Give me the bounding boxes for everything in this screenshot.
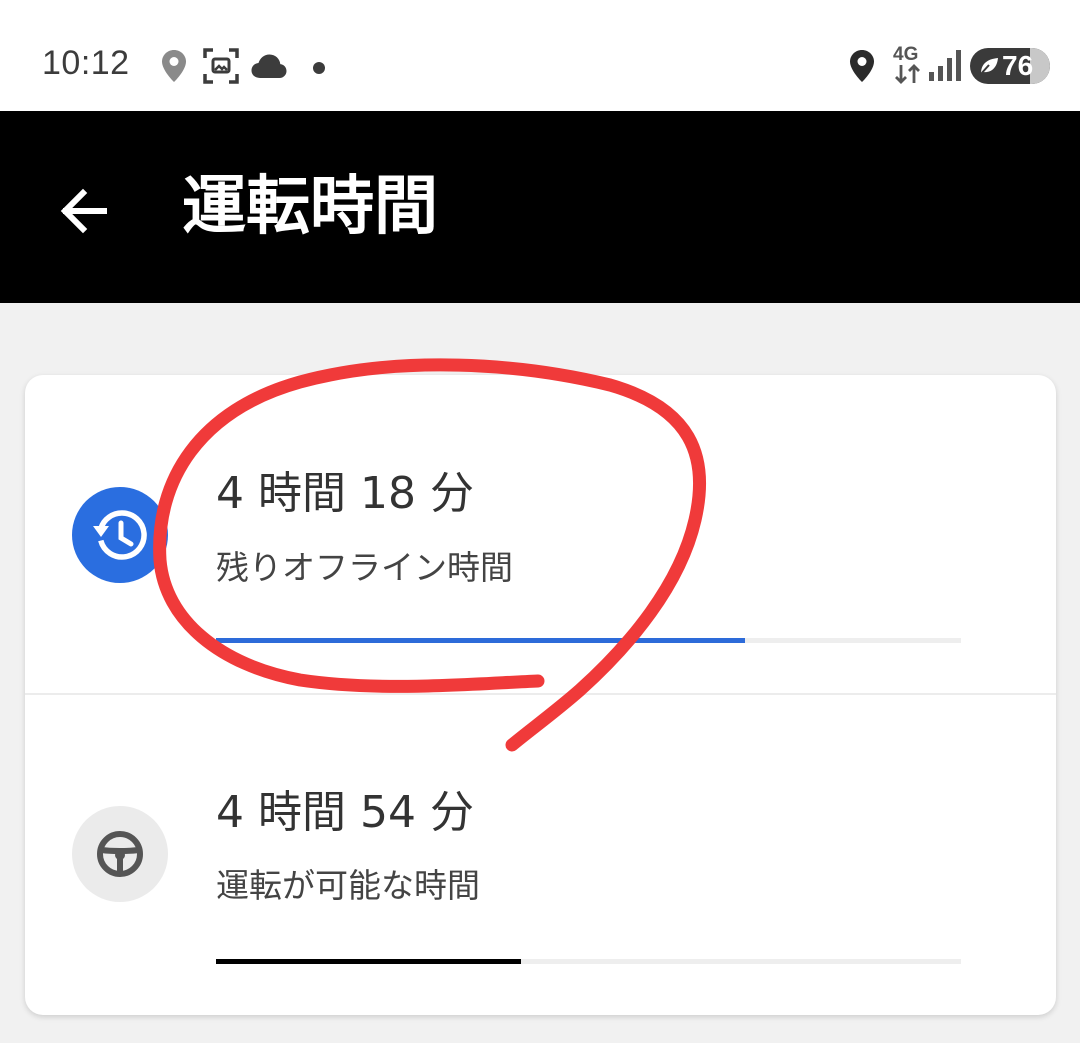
arrow-back-icon: [52, 188, 116, 247]
status-bar: 10:12 4G 76: [0, 0, 1080, 111]
back-button[interactable]: [52, 179, 116, 243]
leaf-icon: [978, 56, 1000, 80]
cloud-icon: [250, 53, 288, 83]
battery-percent: 76: [1002, 50, 1034, 81]
available-time-value: 4 時間 54 分: [216, 787, 474, 838]
battery-indicator: 76: [970, 48, 1050, 84]
status-time: 10:12: [42, 44, 130, 82]
history-clock-icon: [72, 487, 168, 583]
location-pin-icon: [848, 48, 876, 88]
available-time-progress: [216, 959, 961, 964]
screenshot-icon: [202, 47, 240, 89]
available-time-progress-fill: [216, 959, 522, 964]
driving-time-card: 4 時間 18 分 残りオフライン時間 4 時間 54 分 運転が可能な時間: [25, 375, 1056, 1015]
notification-dot-icon: [312, 60, 326, 79]
location-pin-icon: [160, 48, 188, 88]
page-title: 運転時間: [182, 170, 438, 244]
offline-time-progress-fill: [216, 638, 745, 643]
offline-time-label: 残りオフライン時間: [216, 548, 513, 587]
available-time-label: 運転が可能な時間: [216, 866, 480, 905]
signal-icon: [928, 48, 962, 86]
offline-time-value: 4 時間 18 分: [216, 468, 474, 519]
divider: [25, 693, 1056, 695]
steering-wheel-icon: [72, 806, 168, 902]
offline-time-progress: [216, 638, 961, 643]
app-bar: 運転時間: [0, 111, 1080, 303]
